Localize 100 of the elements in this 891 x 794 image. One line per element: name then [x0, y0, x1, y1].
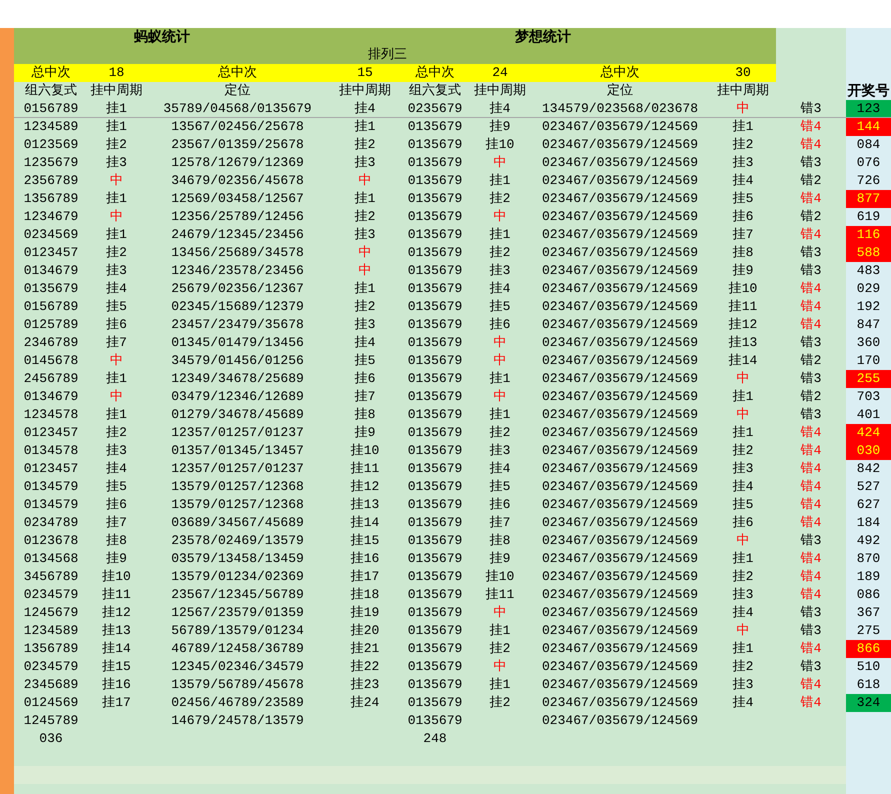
table-cell-text: 023467/035679/124569: [540, 118, 700, 136]
table-cell-text: 挂22: [350, 658, 380, 676]
table-cell-text: 0123678: [22, 532, 80, 550]
table-cell-text: 13579/56789/45678: [170, 676, 305, 694]
table-cell-text: 中: [736, 622, 750, 640]
table-cell-text: 023467/035679/124569: [540, 694, 700, 712]
table-cell-text: 挂11: [728, 298, 758, 316]
table-cell-text: 0123457: [22, 244, 80, 262]
table-cell-text: 023467/035679/124569: [540, 352, 700, 370]
table-cell-text: 挂15: [101, 658, 132, 676]
table-cell-text: 挂5: [354, 352, 376, 370]
table-cell-text: 错4: [800, 676, 822, 694]
table-cell-text: 084: [856, 136, 882, 154]
column-header: 定位: [606, 82, 634, 100]
table-cell-text: 12578/12679/12369: [170, 154, 305, 172]
table-cell-text: 13567/02456/25678: [170, 118, 305, 136]
table-cell-text: 023467/035679/124569: [540, 604, 700, 622]
table-cell-text: 023467/035679/124569: [540, 496, 700, 514]
table-cell-text: 错4: [800, 424, 822, 442]
table-cell-text: 02456/46789/23589: [170, 694, 305, 712]
table-cell-text: 14679/24578/13579: [170, 712, 305, 730]
table-cell-text: 3456789: [22, 568, 80, 586]
table-cell-text: 12349/34678/25689: [170, 370, 305, 388]
table-cell-text: 错3: [800, 658, 822, 676]
table-cell-text: 错4: [800, 586, 822, 604]
table-cell-text: 挂11: [101, 586, 132, 604]
table-cell-text: 0135679: [406, 658, 464, 676]
table-cell-text: 1234589: [22, 118, 80, 136]
table-cell-text: 0135679: [406, 118, 464, 136]
table-cell: 挂1: [88, 100, 145, 118]
total-cell: 总中次: [530, 64, 710, 82]
table-cell: 116: [846, 226, 891, 244]
table-cell-text: 错4: [800, 460, 822, 478]
table-cell-text: 挂7: [105, 334, 128, 352]
table-cell-text: 0135679: [406, 604, 464, 622]
table-cell-text: 挂10: [728, 280, 758, 298]
table-cell-text: 挂12: [728, 316, 758, 334]
table-cell-text: 023467/035679/124569: [540, 334, 700, 352]
table-cell-text: 0135679: [406, 478, 464, 496]
table-cell-text: 挂17: [350, 568, 380, 586]
table-cell-text: 0135679: [406, 280, 464, 298]
table-cell: 866: [846, 640, 891, 658]
table-cell-text: 13579/01257/12368: [170, 496, 305, 514]
column-header: 开奖号: [846, 82, 890, 100]
table-cell-text: 挂6: [732, 514, 754, 532]
table-cell-text: 挂1: [732, 550, 754, 568]
table-cell-text: 0135679: [406, 640, 464, 658]
table-cell-text: 挂6: [488, 496, 512, 514]
table-cell-text: 错2: [800, 208, 822, 226]
table-cell-text: 275: [856, 622, 882, 640]
table-cell-text: 挂4: [488, 460, 512, 478]
table-cell-text: 401: [856, 406, 882, 424]
table-cell-text: 0135679: [406, 586, 464, 604]
table-cell-text: 036: [38, 730, 64, 748]
table-cell-text: 挂2: [488, 694, 512, 712]
table-cell-text: 03479/12346/12689: [170, 388, 305, 406]
table-cell-text: 842: [856, 460, 882, 478]
table-cell-text: 12346/23578/23456: [170, 262, 305, 280]
table-cell-text: 错4: [800, 640, 822, 658]
table-cell-text: 23567/12345/56789: [170, 586, 305, 604]
table-cell-text: 挂1: [732, 388, 754, 406]
table-cell-text: 挂3: [354, 226, 376, 244]
table-cell-text: 挂16: [101, 676, 132, 694]
table-cell-text: 1245679: [22, 604, 80, 622]
table-cell: 324: [846, 694, 891, 712]
table-cell-text: 挂1: [732, 424, 754, 442]
table-cell-text: 0135679: [406, 568, 464, 586]
table-cell-text: 中: [736, 370, 750, 388]
table-cell-text: 12567/23579/01359: [170, 604, 305, 622]
table-cell-text: 错4: [800, 550, 822, 568]
table-cell-text: 挂11: [484, 586, 516, 604]
table-cell: 424: [846, 424, 891, 442]
table-cell-text: 挂17: [101, 694, 132, 712]
total-cell: 24: [470, 64, 530, 82]
table-cell-text: 挂1: [488, 622, 512, 640]
table-cell-text: 12356/25789/12456: [170, 208, 305, 226]
table-cell-text: 挂3: [488, 442, 512, 460]
table-cell-text: 0135679: [406, 496, 464, 514]
table-cell-text: 023467/035679/124569: [540, 190, 700, 208]
table-cell-text: 023467/035679/124569: [540, 442, 700, 460]
section-title: 梦想统计: [514, 28, 572, 46]
table-cell-text: 023467/035679/124569: [540, 532, 700, 550]
table-cell-text: 挂4: [488, 280, 512, 298]
table-cell-text: 挂4: [105, 280, 128, 298]
table-cell-text: 34679/02356/45678: [170, 172, 305, 190]
table-cell-text: 023467/035679/124569: [540, 388, 700, 406]
table-cell-text: 挂14: [728, 352, 758, 370]
table-cell-text: 挂1: [488, 406, 512, 424]
table-cell: 030: [846, 442, 891, 460]
table-cell-text: 错3: [800, 334, 822, 352]
column-header: 组六复式: [408, 82, 462, 100]
table-cell-text: 中: [492, 154, 508, 172]
table-cell-text: 挂3: [105, 442, 128, 460]
table-cell-text: 挂2: [488, 190, 512, 208]
table-cell-text: 挂2: [354, 136, 376, 154]
table-cell-text: 挂1: [732, 640, 754, 658]
table-cell-text: 挂18: [350, 586, 380, 604]
table-cell-text: 错2: [800, 388, 822, 406]
table-cell-text: 03689/34567/45689: [170, 514, 305, 532]
table-cell-text: 2345689: [22, 676, 80, 694]
